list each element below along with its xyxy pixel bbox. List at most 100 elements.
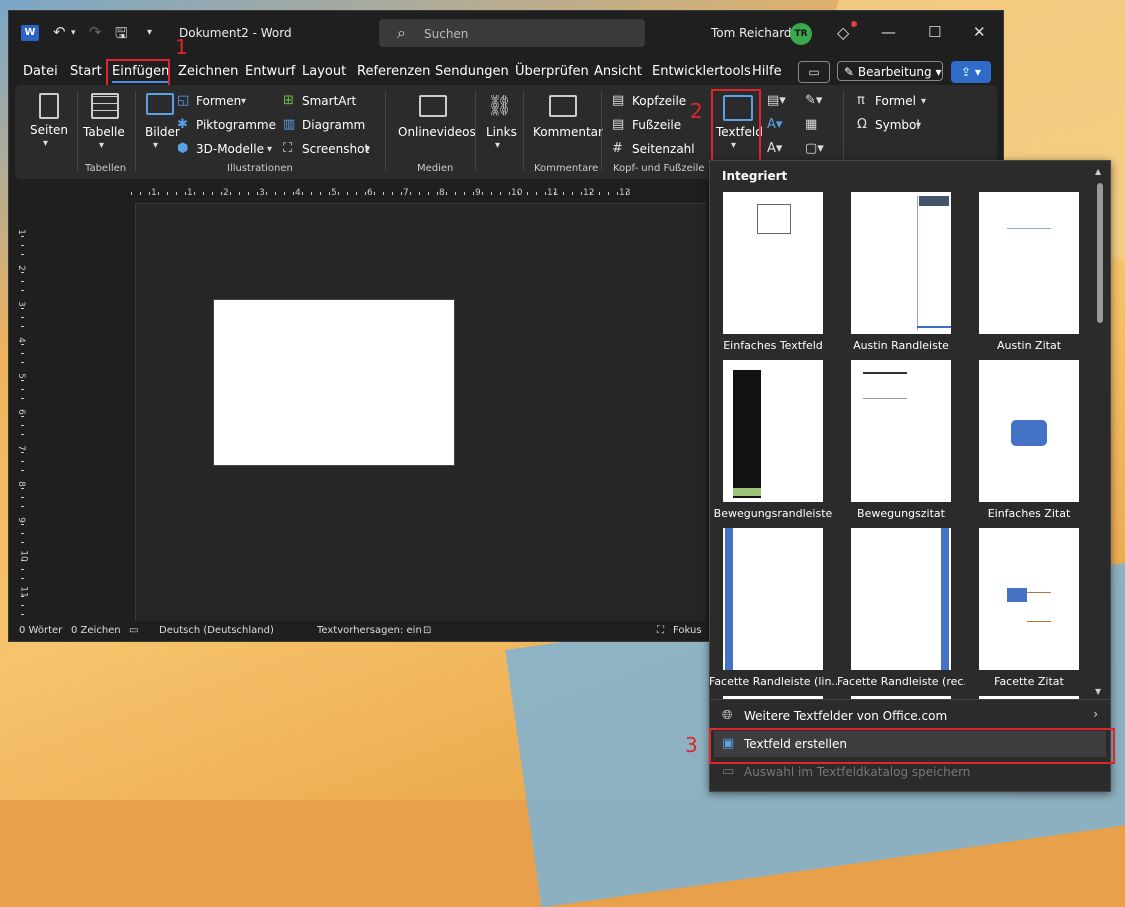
focus-icon[interactable]: ⛶: [657, 625, 664, 636]
thumb-einfaches-textfeld[interactable]: [723, 192, 823, 334]
undo-dropdown-icon[interactable]: ▾: [71, 28, 76, 38]
horizontal-ruler[interactable]: 1 1 2 3 4 5 6 7 8 9 10 11 12 13: [125, 187, 705, 201]
tab-referenzen[interactable]: Referenzen: [357, 64, 430, 79]
document-title: Dokument2 - Word: [179, 26, 292, 40]
editing-mode-button[interactable]: ✎ Bearbeitung ▾: [837, 61, 943, 81]
tab-layout[interactable]: Layout: [302, 64, 346, 79]
thumb-bewegungszitat[interactable]: [851, 360, 951, 502]
save-icon[interactable]: 🖫: [115, 23, 128, 48]
quick-parts-icon[interactable]: ▤▾: [767, 93, 786, 108]
tab-zeichnen[interactable]: Zeichnen: [178, 64, 238, 79]
close-icon[interactable]: ✕: [973, 23, 986, 41]
ruler-tick: [21, 308, 24, 309]
search-box[interactable]: ⌕ Suchen: [379, 19, 645, 47]
ruler-number: 7: [403, 188, 409, 198]
thumb-label: Austin Randleiste: [853, 339, 949, 352]
links-button[interactable]: Links: [486, 125, 517, 139]
ruler-number: 5: [331, 188, 337, 198]
proofing-icon[interactable]: ▭: [129, 625, 138, 636]
ruler-tick: [275, 192, 276, 195]
tab-hilfe[interactable]: Hilfe: [752, 64, 782, 79]
date-icon[interactable]: ▦: [805, 117, 817, 132]
ruler-number: 5: [15, 373, 26, 379]
ruler-number: 8: [15, 481, 26, 487]
tab-ueberpruefen[interactable]: Überprüfen: [515, 64, 589, 79]
scroll-up-icon[interactable]: ▲: [1095, 167, 1101, 176]
tab-ansicht[interactable]: Ansicht: [594, 64, 642, 79]
thumb-bewegungsrandleiste[interactable]: [723, 360, 823, 502]
symbol-button[interactable]: Symbol: [875, 118, 920, 132]
fusszeile-button[interactable]: Fußzeile: [632, 118, 681, 132]
tab-datei[interactable]: Datei: [23, 64, 58, 79]
ribbon-separator: [385, 91, 386, 171]
onlinevideos-button[interactable]: Onlinevideos: [398, 125, 476, 139]
group-kopf-fusszeile: Kopf- und Fußzeile: [613, 163, 705, 174]
thumb-austin-randleiste[interactable]: [851, 192, 951, 334]
customize-quick-access-icon[interactable]: ▾: [147, 27, 152, 38]
ruler-tick: [21, 416, 24, 417]
ruler-tick: [21, 326, 24, 327]
tabelle-button[interactable]: Tabelle: [83, 125, 125, 139]
smartart-button[interactable]: SmartArt: [302, 94, 356, 108]
screenshot-button[interactable]: Screenshot: [302, 142, 369, 156]
focus-button[interactable]: Fokus: [673, 625, 702, 636]
tab-sendungen[interactable]: Sendungen: [435, 64, 509, 79]
kopfzeile-button[interactable]: Kopfzeile: [632, 94, 686, 108]
ruler-number: 12: [583, 188, 595, 198]
kommentar-button[interactable]: Kommentar: [533, 125, 603, 139]
scrollbar-thumb[interactable]: [1097, 183, 1103, 323]
undo-icon[interactable]: ↶: [53, 23, 66, 41]
online-video-icon: [419, 95, 447, 117]
3d-modelle-button[interactable]: 3D-Modelle: [196, 142, 264, 156]
redo-icon[interactable]: ↷: [89, 23, 102, 41]
dropcap-icon[interactable]: A▾: [767, 141, 782, 156]
title-bar: W ↶ ▾ ↷ 🖫 ▾ Dokument2 - Word ⌕ Suchen To…: [9, 11, 1003, 55]
thumb-facette-randleiste-links[interactable]: [723, 528, 823, 670]
avatar[interactable]: TR: [790, 23, 812, 45]
ruler-tick: [21, 245, 24, 246]
bilder-button[interactable]: Bilder: [145, 125, 180, 139]
accessibility-icon[interactable]: ⊡: [423, 625, 431, 636]
formel-button[interactable]: Formel: [875, 94, 916, 108]
seiten-button[interactable]: Seiten: [30, 123, 68, 137]
language-status[interactable]: Deutsch (Deutschland): [159, 625, 274, 636]
thumb-facette-zitat[interactable]: [979, 528, 1079, 670]
scroll-down-icon[interactable]: ▼: [1095, 687, 1101, 696]
ruler-tick: [21, 614, 24, 615]
thumb-austin-zitat[interactable]: [979, 192, 1079, 334]
minimize-icon[interactable]: —: [881, 23, 896, 41]
char-count[interactable]: 0 Zeichen: [71, 625, 121, 636]
more-textboxes-item[interactable]: 🌐︎ Weitere Textfelder von Office.com ›: [714, 703, 1106, 729]
word-count[interactable]: 0 Wörter: [19, 625, 62, 636]
object-icon[interactable]: ▢▾: [805, 141, 824, 156]
formen-button[interactable]: Formen: [196, 94, 241, 108]
tab-start[interactable]: Start: [70, 64, 102, 79]
annotation-step-1: 1: [175, 35, 188, 59]
page-number-icon: #: [612, 141, 623, 156]
vertical-ruler[interactable]: 1 2 3 4 5 6 7 8 9 10 11: [15, 207, 29, 617]
user-name[interactable]: Tom Reichardt: [711, 26, 796, 40]
diagramm-button[interactable]: Diagramm: [302, 118, 365, 132]
chevron-down-icon: ▾: [99, 140, 105, 151]
inserted-shape[interactable]: [213, 299, 455, 466]
premium-diamond-icon[interactable]: ◇: [837, 23, 849, 42]
signature-icon[interactable]: ✎▾: [805, 93, 822, 108]
ruler-number: 4: [295, 188, 301, 198]
gallery-scrollbar[interactable]: [1095, 177, 1105, 702]
smartart-icon: ⊞: [283, 93, 294, 108]
text-prediction-status[interactable]: Textvorhersagen: ein: [317, 625, 422, 636]
maximize-icon[interactable]: ☐: [928, 23, 941, 41]
tab-entwurf[interactable]: Entwurf: [245, 64, 295, 79]
word-logo-icon: W: [21, 25, 39, 41]
share-button[interactable]: ⇪ ▾: [951, 61, 991, 83]
piktogramme-button[interactable]: Piktogramme: [196, 118, 276, 132]
thumb-facette-randleiste-rechts[interactable]: [851, 528, 951, 670]
wordart-icon[interactable]: A▾: [767, 117, 782, 132]
comments-button[interactable]: ▭: [798, 61, 830, 83]
thumb-einfaches-zitat[interactable]: [979, 360, 1079, 502]
tab-entwicklertools[interactable]: Entwicklertools: [652, 64, 751, 79]
chevron-down-icon: ▾: [153, 140, 159, 151]
ruler-tick: [21, 317, 24, 318]
seitenzahl-button[interactable]: Seitenzahl: [632, 142, 695, 156]
ruler-number: 6: [367, 188, 373, 198]
